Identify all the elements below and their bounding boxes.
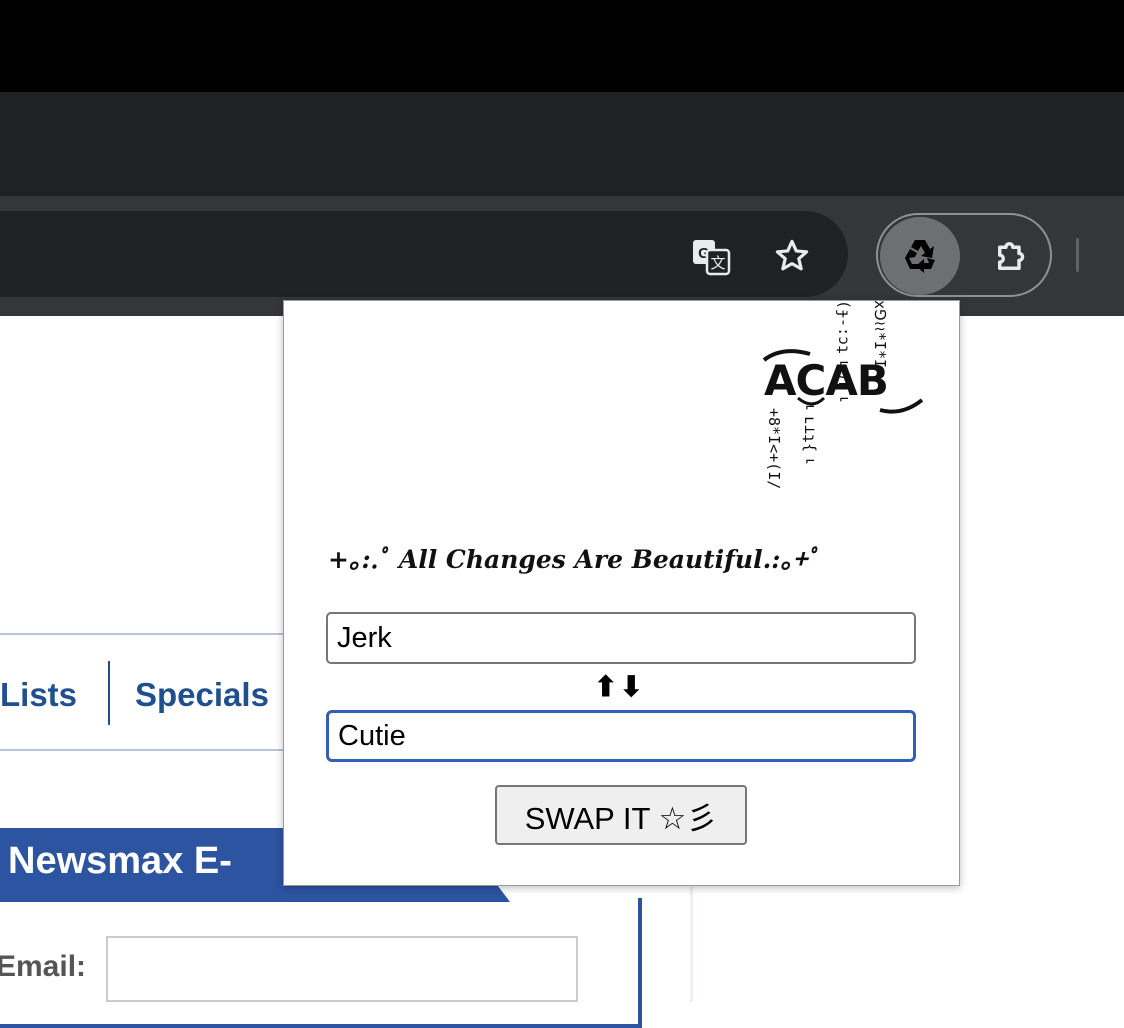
star-icon[interactable] <box>768 232 816 280</box>
page-column-rule <box>690 870 693 1002</box>
nav-divider <box>108 661 110 725</box>
swap-direction-arrows: ⬆⬇ <box>594 671 645 702</box>
nav-link-lists[interactable]: Lists <box>0 676 77 714</box>
toolbar-divider <box>1076 238 1079 272</box>
logo-glyph-column-2: ⌐ʟ⊥ʇ{⌐ <box>801 398 819 471</box>
popup-tagline: +｡:.ﾟ All Changes Are Beautiful.:｡+ﾟ <box>328 545 820 574</box>
tab-strip <box>0 92 1124 196</box>
puzzle-icon[interactable] <box>984 228 1040 284</box>
logo-glyph-column-1: +8*I<+(I/ <box>765 408 783 490</box>
email-label: Email: <box>0 950 87 983</box>
window-top-bar <box>0 0 1124 92</box>
nav-link-specials[interactable]: Specials <box>135 676 269 714</box>
find-word-input[interactable] <box>326 612 916 664</box>
translate-icon[interactable]: G 文 <box>688 234 736 282</box>
swap-button[interactable]: SWAP IT ☆彡 <box>495 785 747 845</box>
acab-logo-text: ACAB <box>764 356 889 405</box>
replace-word-input[interactable] <box>326 710 916 762</box>
recycle-icon[interactable] <box>880 217 960 295</box>
svg-text:文: 文 <box>710 254 725 272</box>
email-field[interactable] <box>106 936 578 1002</box>
newsletter-title: Newsmax E- <box>8 840 232 882</box>
